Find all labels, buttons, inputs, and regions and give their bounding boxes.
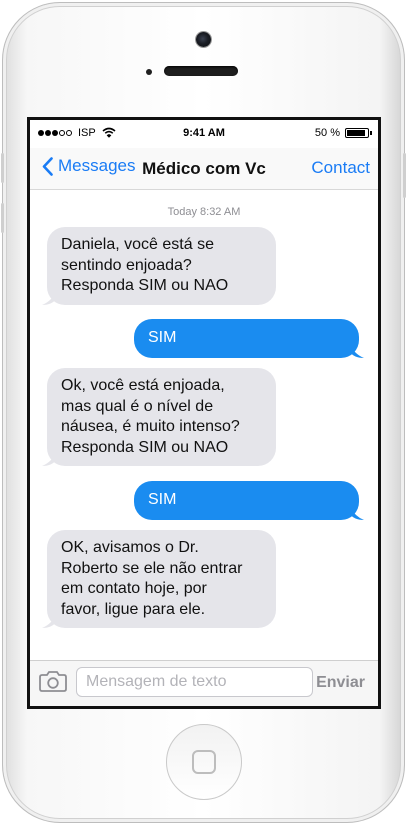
battery-icon [345,128,372,138]
bubble-tail [350,505,364,520]
message-text-input[interactable] [76,667,313,697]
front-camera-icon [196,32,211,47]
chevron-left-icon [42,156,53,176]
message-line: Responda SIM ou NAO [61,277,229,294]
volume-button [1,153,4,183]
message-line: mas qual é o nível de [61,397,214,415]
message-timestamp: Today 8:32 AM [167,206,241,218]
received-message: Ok, você está enjoada, mas qual é o níve… [42,368,276,466]
proximity-sensor [146,69,152,75]
message-line: OK, avisamos o Dr. [61,539,199,556]
message-line: SIM [148,329,177,346]
power-button [403,153,406,198]
navigation-bar: Messages Médico com Vc Contact [30,148,378,190]
message-line: sentindo enjoada? [61,256,192,274]
bubble-tail [42,452,56,466]
bubble-tail [42,614,56,628]
message-line: Daniela, você está se [61,236,214,253]
message-composer: Enviar [30,660,378,706]
camera-icon[interactable] [39,670,67,692]
battery-percentage: 50 % [314,127,340,139]
back-button-label: Messages [58,156,136,175]
earpiece-speaker [164,66,238,76]
battery-tip [370,131,372,135]
contact-button[interactable]: Contact [311,158,370,178]
message-line: SIM [148,491,177,508]
message-line: Ok, você está enjoada, [61,377,225,394]
send-button[interactable]: Enviar [316,674,365,692]
volume-button [1,203,4,233]
message-line: em contato hoje, por [61,580,207,597]
back-button[interactable]: Messages [42,156,135,176]
bubble-tail [42,290,56,305]
battery-level [347,130,365,136]
phone-screen: ISP 9:41 AM 50 % Messages Médico com Vc … [27,117,381,709]
bubble-tail [350,343,364,358]
status-bar: ISP 9:41 AM 50 % [30,120,378,148]
home-button-icon [192,750,216,774]
message-line: náusea, é muito intenso? [61,418,240,435]
received-message: Daniela, você está se sentindo enjoada? … [42,227,276,305]
message-line: favor, ligue para ele. [61,600,206,618]
home-button[interactable] [166,724,242,800]
received-message: OK, avisamos o Dr. Roberto se ele não en… [42,530,276,628]
message-line: Roberto se ele não entrar [61,559,243,577]
message-line: Responda SIM ou NAO [61,438,229,456]
sent-message: SIM [134,481,364,520]
sent-message: SIM [134,319,364,358]
